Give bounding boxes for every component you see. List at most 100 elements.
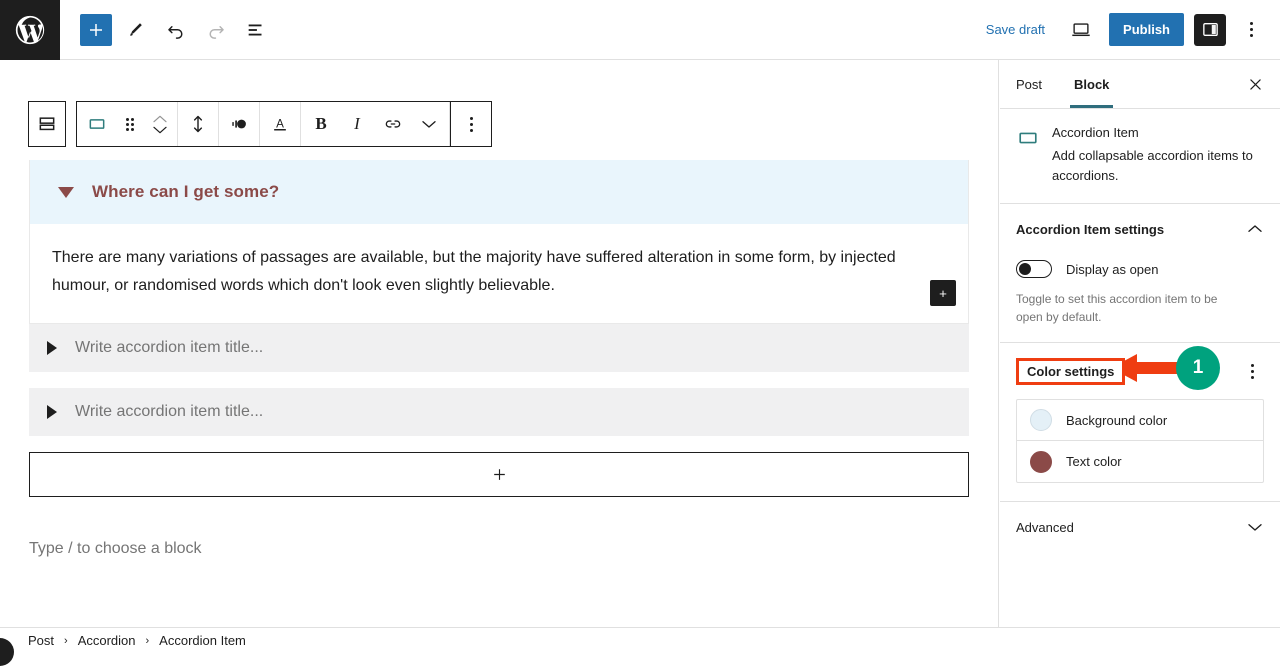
accordion-item-collapsed-1[interactable]: Write accordion item title... (29, 324, 969, 373)
accordion-item-paragraph[interactable]: There are many variations of passages ar… (52, 244, 912, 299)
settings-sidebar-toggle-button[interactable] (1194, 13, 1226, 46)
background-color-label: Background color (1066, 412, 1168, 428)
block-toolbar-row: A B I (28, 101, 492, 147)
wordpress-logo-icon[interactable] (0, 0, 60, 60)
select-parent-block-button[interactable] (28, 101, 66, 147)
block-toolbar-group-options (450, 102, 491, 146)
italic-label: I (354, 114, 360, 133)
block-options-button[interactable] (453, 102, 489, 146)
plus-icon (493, 469, 505, 480)
editor-options-button[interactable] (1236, 12, 1266, 48)
chevron-down-icon (153, 126, 167, 133)
color-options-button[interactable] (1240, 357, 1264, 385)
breadcrumb: Post › Accordion › Accordion Item (0, 633, 246, 648)
add-block-button[interactable] (80, 13, 112, 46)
italic-button[interactable]: I (339, 102, 375, 146)
display-as-open-help-text: Toggle to set this accordion item to be … (1016, 292, 1218, 324)
color-settings-panel: Color settings Background color Text col… (1000, 343, 1280, 502)
accordion-item-collapsed-2[interactable]: Write accordion item title... (29, 388, 969, 437)
block-toolbar-group-richtext: B I (301, 102, 450, 146)
redo-button[interactable] (200, 14, 232, 46)
panel-title: Accordion Item settings (1016, 221, 1165, 237)
accordion-append-item-button[interactable] (29, 452, 969, 498)
text-color-button[interactable]: A (262, 102, 298, 146)
kebab-menu-icon (1249, 22, 1253, 37)
toggle-knob (1019, 262, 1031, 275)
background-color-swatch (1030, 409, 1052, 431)
block-toolbar: A B I (76, 101, 492, 147)
sidebar-tabs: Post Block (1000, 60, 1280, 109)
chevron-down-icon (422, 121, 436, 128)
block-toolbar-group-color: A (260, 102, 301, 146)
block-title: Accordion Item (1052, 125, 1139, 140)
accordion-item-title[interactable]: Where can I get some? (92, 182, 279, 202)
color-options-list: Background color Text color (1016, 399, 1264, 483)
block-type-button[interactable] (79, 102, 115, 146)
undo-button[interactable] (160, 14, 192, 46)
display-as-open-toggle[interactable] (1016, 260, 1052, 278)
height-control-button[interactable] (180, 102, 216, 146)
accordion-item-icon (89, 119, 105, 129)
save-draft-button[interactable]: Save draft (978, 16, 1053, 43)
panel-title: Advanced (1016, 519, 1074, 535)
kebab-menu-icon (1250, 363, 1254, 379)
breadcrumb-item-accordion[interactable]: Accordion (78, 633, 136, 648)
align-text-icon (232, 119, 246, 129)
display-as-open-row: Display as open (1016, 260, 1264, 278)
advanced-panel-header[interactable]: Advanced (1016, 518, 1264, 536)
bold-button[interactable]: B (303, 102, 339, 146)
color-settings-header: Color settings (1016, 357, 1264, 385)
svg-text:A: A (276, 117, 284, 130)
accordion-block-icon (39, 117, 55, 131)
block-toolbar-group-align (219, 102, 260, 146)
breadcrumb-separator: › (64, 634, 68, 647)
settings-sidebar: Post Block Accordion Item Add collapsabl… (1000, 60, 1280, 627)
text-color-label: Text color (1066, 454, 1122, 469)
tab-block[interactable]: Block (1058, 60, 1125, 108)
top-bar-left-tools (60, 13, 272, 46)
editor-canvas: A B I Where can I get some? There are ma… (0, 60, 999, 627)
vertical-resize-icon (193, 115, 203, 133)
block-toolbar-group-block (77, 102, 178, 146)
tab-post[interactable]: Post (1000, 60, 1058, 108)
text-color-row[interactable]: Text color (1017, 441, 1263, 482)
breadcrumb-item-post[interactable]: Post (28, 633, 54, 648)
color-settings-title[interactable]: Color settings (1016, 357, 1126, 385)
drag-handle-icon (126, 117, 134, 131)
annotation-step-badge: 1 (1176, 346, 1220, 390)
accordion-item-body[interactable]: There are many variations of passages ar… (30, 224, 968, 324)
text-color-swatch (1030, 450, 1052, 473)
accordion-item-header[interactable]: Where can I get some? (30, 160, 968, 224)
breadcrumb-separator: › (145, 634, 150, 647)
link-icon (385, 120, 401, 128)
close-sidebar-button[interactable] (1240, 69, 1270, 99)
list-view-button[interactable] (240, 14, 272, 46)
accordion-item-open: Where can I get some? There are many var… (29, 160, 969, 325)
accordion-item-title-placeholder[interactable]: Write accordion item title... (75, 339, 263, 357)
kebab-menu-icon (469, 116, 473, 132)
display-as-open-label: Display as open (1066, 261, 1159, 277)
accordion-item-title-placeholder[interactable]: Write accordion item title... (75, 403, 263, 421)
background-color-row[interactable]: Background color (1017, 400, 1263, 441)
accordion-item-settings-header[interactable]: Accordion Item settings (1016, 220, 1264, 238)
inline-block-inserter-button[interactable]: + (930, 280, 956, 307)
text-color-a-icon: A (274, 117, 286, 131)
accordion-item-settings-panel: Accordion Item settings Display as open … (1000, 204, 1280, 343)
chevron-up-icon (1248, 225, 1262, 232)
publish-button[interactable]: Publish (1109, 13, 1184, 46)
drag-block-handle[interactable] (115, 102, 145, 146)
link-button[interactable] (375, 102, 411, 146)
block-toolbar-group-height (178, 102, 219, 146)
block-info-text: Accordion Item Add collapsable accordion… (1052, 125, 1264, 185)
accordion-item-icon (1016, 126, 1040, 150)
preview-button[interactable] (1063, 12, 1099, 48)
empty-paragraph-placeholder[interactable]: Type / to choose a block (29, 540, 202, 558)
tools-pencil-button[interactable] (120, 14, 152, 46)
align-text-button[interactable] (221, 102, 257, 146)
more-rich-text-button[interactable] (411, 102, 447, 146)
breadcrumb-item-accordion-item[interactable]: Accordion Item (159, 633, 246, 648)
block-description: Add collapsable accordion items to accor… (1052, 148, 1253, 183)
caret-down-icon (58, 186, 74, 198)
close-x-icon (1249, 78, 1261, 90)
block-movers[interactable] (145, 102, 175, 146)
